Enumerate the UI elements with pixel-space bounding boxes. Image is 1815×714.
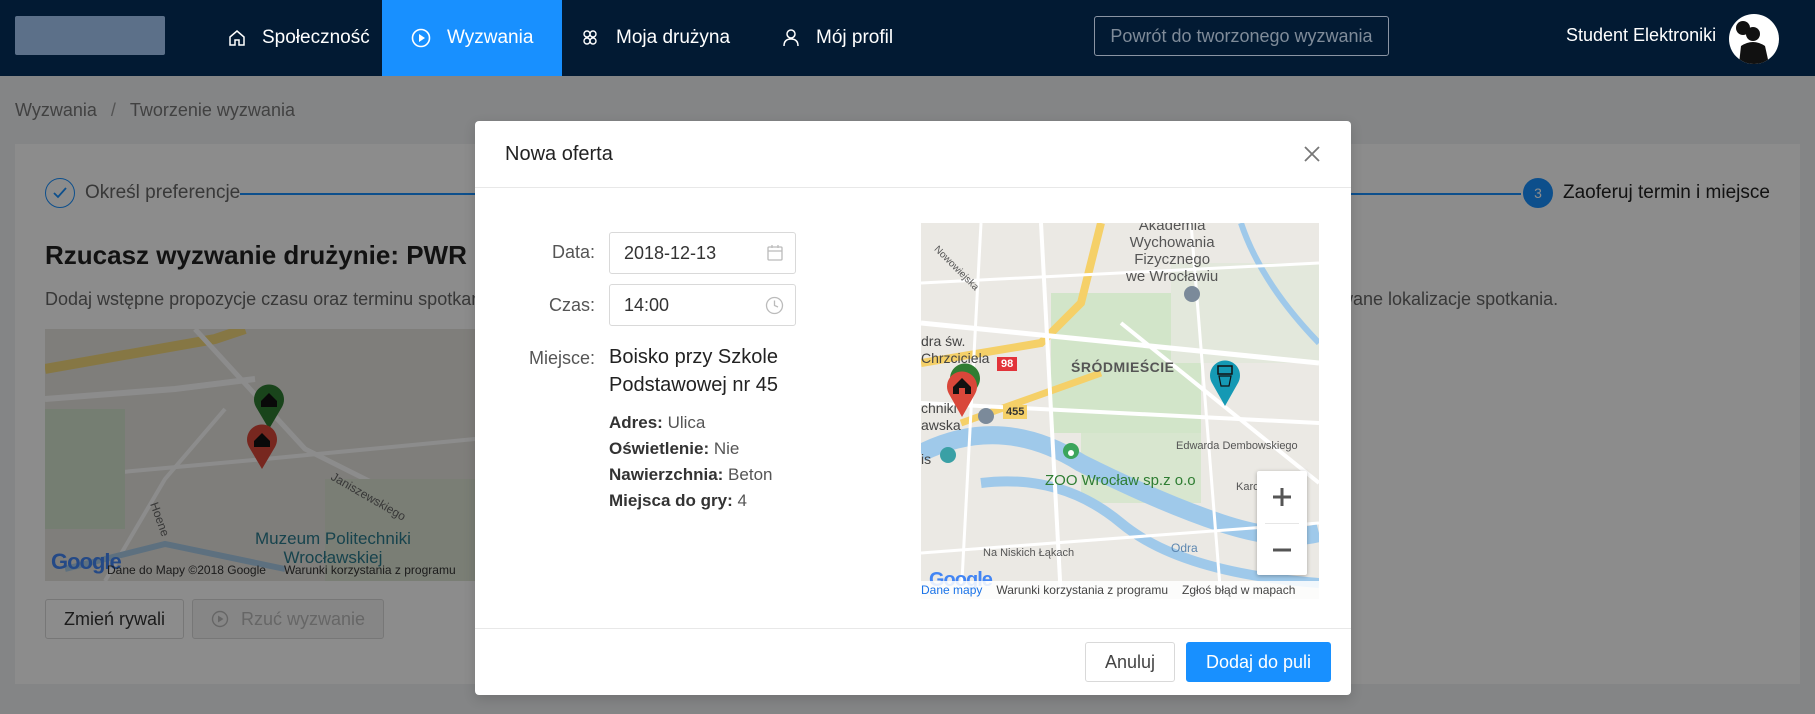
calendar-icon (767, 245, 783, 261)
modal-title: Nowa oferta (505, 142, 613, 165)
detail-label: Oświetlenie: (609, 439, 710, 458)
nav-item-my-team[interactable]: Moja drużyna (552, 0, 758, 76)
detail-value: Ulica (667, 413, 706, 432)
map-label-street: Na Niskich Łąkach (983, 547, 1075, 559)
place-detail-surface: Nawierzchnia: Beton (609, 465, 772, 485)
poi-icon[interactable] (1183, 285, 1201, 303)
map-label-akademia: Akademia Wychowania Fizycznego we Wrocła… (1126, 223, 1219, 285)
detail-value: Nie (713, 439, 740, 458)
user-name[interactable]: Student Elektroniki (1566, 25, 1716, 46)
detail-value: Beton (728, 465, 773, 484)
basketball-pin-icon[interactable] (1208, 356, 1242, 406)
time-value: 14:00 (624, 294, 670, 315)
minus-icon (1273, 548, 1291, 552)
map-label-river: Odra (1171, 541, 1198, 555)
map-zoom-control (1257, 471, 1307, 575)
top-navigation: Społeczność Wyzwania Moja drużyna Mój pr… (0, 0, 1815, 76)
map-footer: Dane mapy Warunki korzystania z programu… (921, 581, 1319, 599)
detail-label: Nawierzchnia: (609, 465, 724, 484)
poi-icon[interactable] (977, 407, 995, 425)
avatar-silhouette-icon (1736, 21, 1769, 64)
place-name: Boisko przy Szkole Podstawowej nr 45 (609, 346, 778, 396)
map-data-link[interactable]: Dane mapy (921, 583, 982, 597)
nav-item-community[interactable]: Społeczność (200, 0, 398, 76)
detail-label: Miejsca do gry: (609, 491, 733, 510)
place-label: Miejsce: (528, 348, 595, 368)
zoom-out-button[interactable] (1257, 524, 1307, 576)
detail-label: Adres: (609, 413, 663, 432)
nav-item-my-profile[interactable]: Mój profil (754, 0, 921, 76)
app-logo[interactable] (15, 16, 165, 55)
place-detail-lighting: Oświetlenie: Nie (609, 439, 739, 459)
modal-footer: Anuluj Dodaj do puli (475, 628, 1351, 695)
time-picker[interactable]: 14:00 (609, 284, 796, 326)
team-icon (583, 30, 597, 45)
place-detail-address: Adres: Ulica (609, 413, 705, 433)
nav-item-label: Społeczność (262, 27, 370, 48)
date-value: 2018-12-13 (624, 242, 717, 263)
nav-item-label: Mój profil (816, 27, 894, 48)
map-report-link[interactable]: Zgłoś błąd w mapach (1182, 583, 1295, 597)
zoom-in-button[interactable] (1257, 471, 1307, 523)
date-picker[interactable]: 2018-12-13 (609, 232, 796, 274)
map-label-is: is (921, 451, 932, 467)
plus-icon (1273, 488, 1291, 506)
route-455-label: 455 (1006, 406, 1025, 418)
date-label: Data: (551, 242, 595, 262)
map-label-street: Karo (1236, 481, 1260, 493)
map-label-zoo: ZOO Wrocław sp.z o.o (1045, 472, 1196, 489)
clock-icon (765, 296, 784, 315)
zoo-paw-icon[interactable] (1062, 442, 1080, 460)
modal-header: Nowa oferta (475, 121, 1351, 188)
time-label: Czas: (548, 295, 595, 315)
home-pin-icon[interactable] (945, 367, 979, 417)
cancel-button[interactable]: Anuluj (1085, 642, 1175, 682)
nav-item-challenges[interactable]: Wyzwania (382, 0, 563, 76)
map-label-street: Edwarda Dembowskiego (1176, 440, 1298, 452)
poi-icon[interactable] (939, 446, 957, 464)
user-icon (783, 29, 799, 47)
play-circle-icon (411, 28, 431, 48)
back-to-challenge-button[interactable]: Powrót do tworzonego wyzwania (1094, 16, 1389, 56)
place-detail-slots: Miejsca do gry: 4 (609, 491, 747, 511)
home-icon (229, 30, 245, 46)
map-terms-link[interactable]: Warunki korzystania z programu (996, 583, 1168, 597)
avatar[interactable] (1729, 14, 1779, 64)
nav-item-label: Moja drużyna (616, 27, 731, 48)
route-98-label: 98 (1001, 358, 1014, 370)
close-icon[interactable] (1301, 143, 1323, 165)
nav-item-label: Wyzwania (447, 27, 534, 48)
new-offer-modal: Nowa oferta Data: 2018-12-13 Czas: 14:00… (475, 121, 1351, 695)
map-label-srodmiescie: ŚRÓDMIEŚCIE (1071, 359, 1175, 375)
add-to-pool-button[interactable]: Dodaj do puli (1186, 642, 1331, 682)
detail-value: 4 (737, 491, 747, 510)
location-map[interactable]: 98 455 Akademia Wychowania Fizycznego we… (921, 223, 1319, 599)
